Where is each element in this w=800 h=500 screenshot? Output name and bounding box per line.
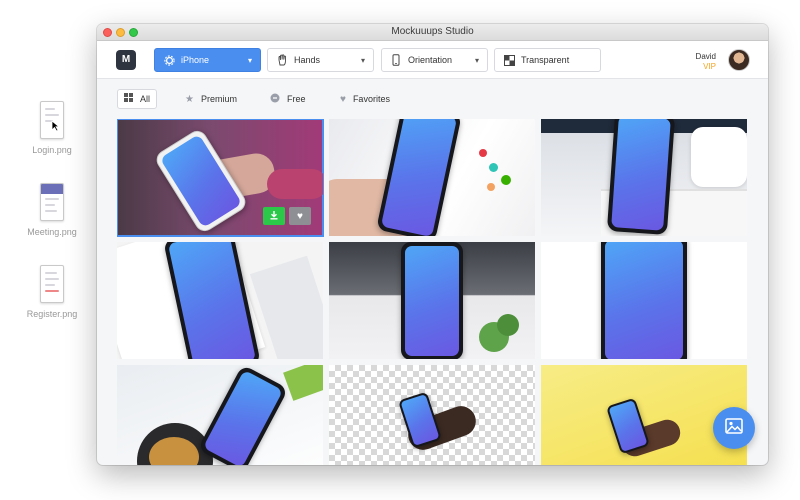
chevron-down-icon: ▾ <box>474 55 479 65</box>
hands-dropdown-label: Hands <box>294 55 321 65</box>
download-button[interactable] <box>263 207 285 225</box>
filter-free-label: Free <box>287 94 306 104</box>
toolbar: M iPhone ▾ Hands ▾ Orientation ▾ Transpa… <box>97 41 768 79</box>
chevron-down-icon: ▾ <box>247 55 252 65</box>
window-title: Mockuuups Studio <box>391 26 474 37</box>
desktop-file-login[interactable]: Login.png <box>12 101 92 155</box>
hand-icon <box>276 54 288 66</box>
mockup-tile[interactable] <box>541 242 747 359</box>
mockup-tile[interactable] <box>329 242 535 359</box>
file-label: Login.png <box>32 145 72 155</box>
mockup-tile[interactable] <box>541 119 747 236</box>
desktop-file-meeting[interactable]: Meeting.png <box>12 183 92 237</box>
mockup-tile[interactable] <box>329 365 535 465</box>
mouse-cursor-icon <box>51 120 60 132</box>
file-thumbnail <box>40 265 64 303</box>
app-window: Mockuuups Studio M iPhone ▾ Hands ▾ Orie… <box>97 24 768 465</box>
mockup-tile[interactable] <box>329 119 535 236</box>
grid-icon <box>124 93 133 105</box>
star-icon: ★ <box>185 93 194 105</box>
desktop-file-register[interactable]: Register.png <box>12 265 92 319</box>
mockup-tile[interactable] <box>117 242 323 359</box>
gear-icon <box>163 54 175 66</box>
vip-badge: VIP <box>703 62 716 71</box>
filter-all-label: All <box>140 94 151 104</box>
filter-premium-label: Premium <box>200 94 237 104</box>
heart-icon: ♥ <box>297 210 303 222</box>
chevron-down-icon: ▾ <box>360 55 365 65</box>
heart-icon: ♥ <box>340 93 346 105</box>
filter-favorites-label: Favorites <box>352 94 390 104</box>
filter-favorites[interactable]: ♥ Favorites <box>334 89 396 109</box>
title-bar: Mockuuups Studio <box>97 24 768 41</box>
file-thumbnail <box>40 183 64 221</box>
background-dropdown[interactable]: Transparent <box>494 48 601 72</box>
file-label: Meeting.png <box>27 227 77 237</box>
app-logo[interactable]: M <box>116 50 136 70</box>
file-thumbnail <box>40 101 64 139</box>
circle-icon <box>270 93 280 106</box>
mockup-tile[interactable] <box>117 365 323 465</box>
filter-free[interactable]: Free <box>264 89 312 109</box>
transparent-icon <box>503 54 515 66</box>
hands-dropdown[interactable]: Hands ▾ <box>267 48 374 72</box>
filter-bar: All ★ Premium Free ♥ Favorites <box>97 80 768 118</box>
avatar[interactable] <box>728 49 750 71</box>
user-name: David <box>695 52 716 61</box>
background-dropdown-label: Transparent <box>521 55 570 65</box>
download-icon <box>269 210 279 223</box>
mockup-tile[interactable]: ♥ <box>117 119 324 237</box>
favorite-button[interactable]: ♥ <box>289 207 311 225</box>
orientation-dropdown-label: Orientation <box>408 55 453 65</box>
filter-premium[interactable]: ★ Premium <box>179 89 243 109</box>
create-mockup-button[interactable] <box>713 407 755 449</box>
orientation-dropdown[interactable]: Orientation ▾ <box>381 48 488 72</box>
image-icon <box>725 417 743 439</box>
file-label: Register.png <box>26 309 78 319</box>
filter-all[interactable]: All <box>117 89 158 109</box>
device-dropdown-label: iPhone <box>181 55 210 65</box>
phone-icon <box>390 54 402 66</box>
device-dropdown[interactable]: iPhone ▾ <box>154 48 261 72</box>
mockup-grid: ♥ <box>117 119 747 465</box>
